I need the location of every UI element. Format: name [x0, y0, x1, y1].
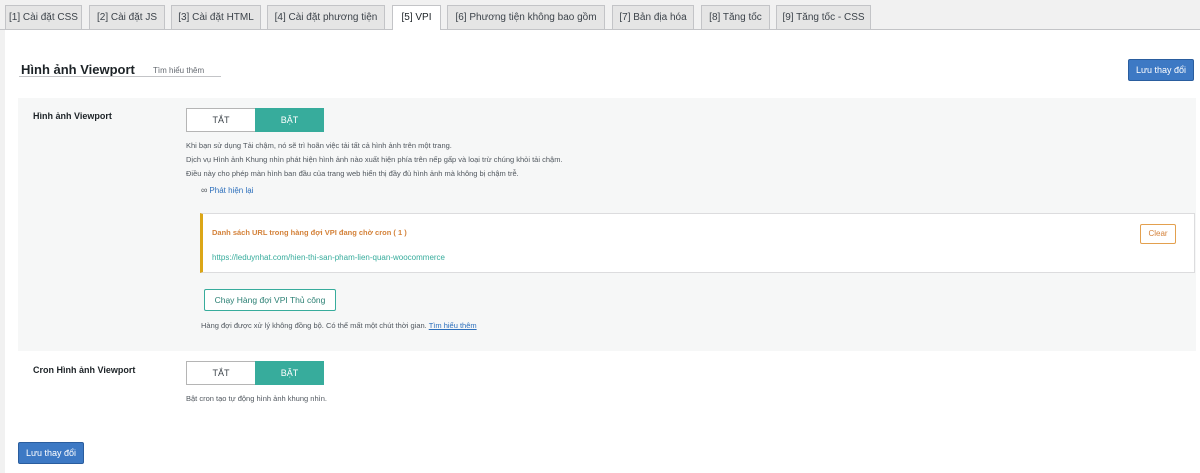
queue-url-item: https://leduynhat.com/hien-thi-san-pham-… [212, 253, 445, 262]
async-learn-more-link[interactable]: Tìm hiểu thêm [429, 321, 477, 330]
vpi-desc-line-2: Dịch vụ Hình ảnh Khung nhìn phát hiện hì… [186, 155, 563, 164]
cron-label: Cron Hình ảnh Viewport [33, 365, 136, 375]
tab-acceleration-css[interactable]: [9] Tăng tốc - CSS [776, 5, 871, 30]
tab-localization[interactable]: [7] Bản địa hóa [612, 5, 694, 30]
tab-excluded-media[interactable]: [6] Phương tiện không bao gồm [447, 5, 605, 30]
learn-more-link[interactable]: Tìm hiểu thêm [153, 66, 204, 75]
cron-desc: Bật cron tạo tự động hình ảnh khung nhìn… [186, 394, 327, 403]
page-title: Hình ảnh Viewport [21, 62, 135, 77]
save-button-bottom[interactable]: Lưu thay đổi [18, 442, 84, 464]
save-button-top[interactable]: Lưu thay đổi [1128, 59, 1194, 81]
cron-toggle: TẮT BẬT [186, 361, 324, 385]
clear-queue-button[interactable]: Clear [1140, 224, 1176, 244]
vpi-desc-line-1: Khi bạn sử dụng Tải chậm, nó sẽ trì hoãn… [186, 141, 452, 150]
run-vpi-queue-button[interactable]: Chạy Hàng đợi VPI Thủ công [204, 289, 336, 311]
tab-acceleration[interactable]: [8] Tăng tốc [701, 5, 770, 30]
async-note-text: Hàng đợi được xử lý không đồng bộ. Có th… [201, 321, 427, 330]
settings-panel: Hình ảnh Viewport Tìm hiểu thêm Lưu thay… [5, 30, 1200, 473]
vpi-queue-box: Danh sách URL trong hàng đợi VPI đang ch… [200, 213, 1195, 273]
cron-toggle-off[interactable]: TẮT [187, 362, 255, 384]
tab-html-settings[interactable]: [3] Cài đặt HTML [171, 5, 261, 30]
redetect-link[interactable]: ∞ Phát hiện lại [201, 185, 253, 195]
title-divider [19, 76, 221, 77]
vpi-label: Hình ảnh Viewport [33, 111, 112, 121]
queue-title: Danh sách URL trong hàng đợi VPI đang ch… [212, 228, 407, 237]
vpi-toggle: TẮT BẬT [186, 108, 324, 132]
tab-media-settings[interactable]: [4] Cài đặt phương tiện [267, 5, 385, 30]
vpi-toggle-on[interactable]: BẬT [255, 108, 324, 132]
infinity-icon: ∞ [201, 185, 208, 195]
tab-css-settings[interactable]: [1] Cài đặt CSS [5, 5, 82, 30]
settings-tabs: [1] Cài đặt CSS [2] Cài đặt JS [3] Cài đ… [0, 0, 1200, 31]
tab-vpi[interactable]: [5] VPI [392, 5, 441, 31]
vpi-desc-line-3: Điều này cho phép màn hình ban đầu của t… [186, 169, 519, 178]
redetect-label: Phát hiện lại [209, 186, 254, 195]
vpi-toggle-off[interactable]: TẮT [187, 109, 255, 131]
async-note: Hàng đợi được xử lý không đồng bộ. Có th… [201, 321, 477, 330]
cron-toggle-on[interactable]: BẬT [255, 361, 324, 385]
tab-js-settings[interactable]: [2] Cài đặt JS [89, 5, 165, 30]
